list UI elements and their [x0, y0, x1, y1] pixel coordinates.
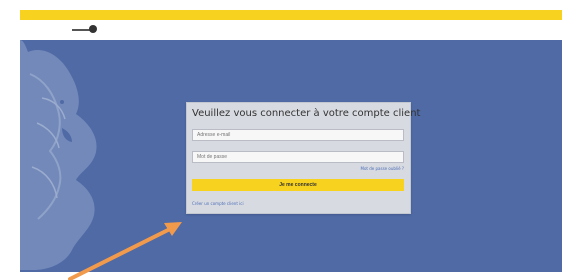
password-field[interactable] [192, 151, 404, 163]
brand-dot-icon [89, 25, 97, 33]
login-title: Veuillez vous connecter à votre compte c… [192, 108, 421, 119]
screenshot-page: Veuillez vous connecter à votre compte c… [0, 0, 562, 280]
email-field[interactable] [192, 129, 404, 141]
top-accent-bar [20, 10, 562, 20]
create-account-link[interactable]: Créer un compte client ici [192, 201, 244, 206]
lion-icon [20, 40, 97, 270]
site-header [20, 20, 562, 40]
login-card: Veuillez vous connecter à votre compte c… [186, 102, 420, 214]
forgot-password-link[interactable]: Mot de passe oublié ? [361, 166, 405, 171]
login-submit-button[interactable]: Je me connecte [192, 179, 404, 191]
